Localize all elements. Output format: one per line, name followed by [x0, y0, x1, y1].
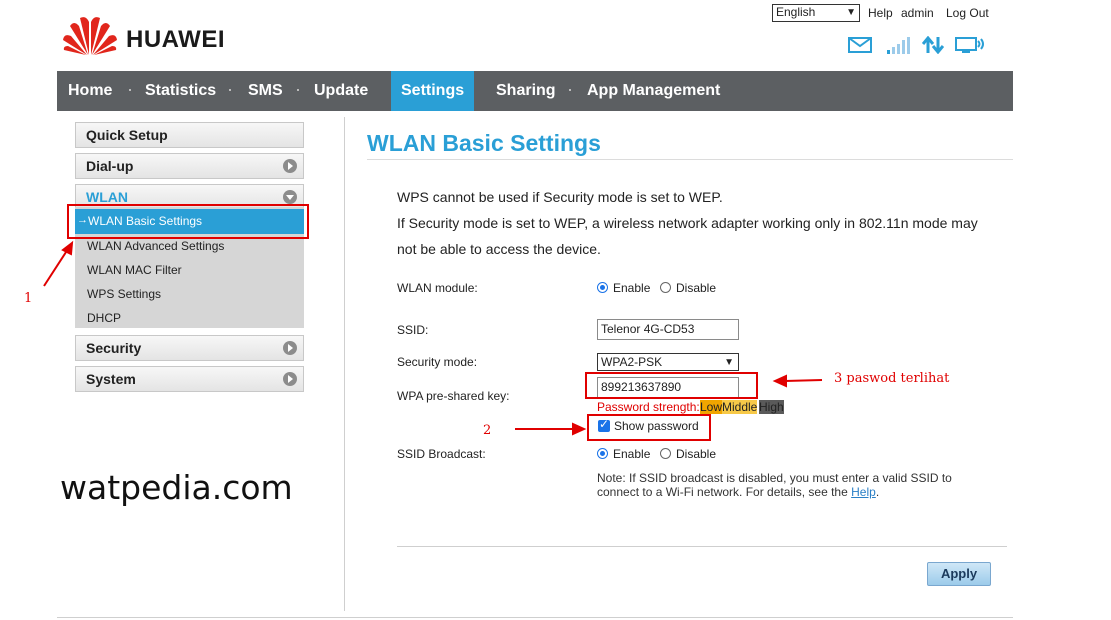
- annotation-arrowhead-1: [61, 240, 74, 256]
- watermark-text: watpedia.com: [60, 468, 293, 507]
- annotation-arrowhead-2: [572, 422, 587, 436]
- annotation-arrow-1: [43, 248, 69, 287]
- annotation-label-3: 3 paswod terlihat: [834, 371, 950, 386]
- annotation-arrows: [43, 240, 823, 436]
- annotation-arrowhead-3: [772, 374, 787, 388]
- annotation-label-2: 2: [483, 423, 492, 438]
- annotation-arrow-3: [784, 379, 823, 382]
- annotation-label-1: 1: [24, 291, 33, 306]
